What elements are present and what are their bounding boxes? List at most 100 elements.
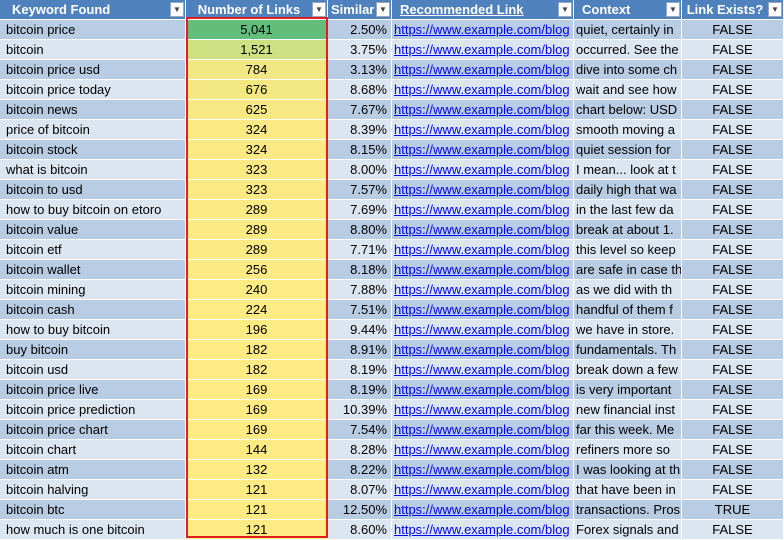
number-of-links-cell[interactable]: 256 [186,260,328,280]
link-exists-cell[interactable]: FALSE [682,260,784,280]
similar-cell[interactable]: 12.50% [328,500,392,520]
keyword-cell[interactable]: what is bitcoin [0,160,186,180]
recommended-link-cell[interactable]: https://www.example.com/blog [392,400,574,420]
link-exists-cell[interactable]: FALSE [682,240,784,260]
keyword-cell[interactable]: bitcoin stock [0,140,186,160]
link-exists-cell[interactable]: FALSE [682,40,784,60]
header-keyword-found[interactable]: Keyword Found ▼ [0,0,186,20]
context-cell[interactable]: dive into some ch [574,60,682,80]
similar-cell[interactable]: 8.39% [328,120,392,140]
keyword-cell[interactable]: bitcoin [0,40,186,60]
similar-cell[interactable]: 8.19% [328,360,392,380]
similar-cell[interactable]: 9.44% [328,320,392,340]
similar-cell[interactable]: 8.15% [328,140,392,160]
number-of-links-cell[interactable]: 121 [186,500,328,520]
keyword-cell[interactable]: bitcoin btc [0,500,186,520]
recommended-link-cell[interactable]: https://www.example.com/blog [392,520,574,540]
number-of-links-cell[interactable]: 132 [186,460,328,480]
keyword-cell[interactable]: bitcoin price chart [0,420,186,440]
context-cell[interactable]: as we did with th [574,280,682,300]
similar-cell[interactable]: 8.00% [328,160,392,180]
link-exists-cell[interactable]: FALSE [682,440,784,460]
recommended-link-cell[interactable]: https://www.example.com/blog [392,320,574,340]
filter-dropdown-icon[interactable]: ▼ [558,2,572,17]
recommended-link-cell[interactable]: https://www.example.com/blog [392,440,574,460]
keyword-cell[interactable]: bitcoin atm [0,460,186,480]
keyword-cell[interactable]: bitcoin price today [0,80,186,100]
number-of-links-cell[interactable]: 676 [186,80,328,100]
context-cell[interactable]: that have been in [574,480,682,500]
context-cell[interactable]: in the last few da [574,200,682,220]
recommended-link-cell[interactable]: https://www.example.com/blog [392,300,574,320]
recommended-link-cell[interactable]: https://www.example.com/blog [392,100,574,120]
similar-cell[interactable]: 7.88% [328,280,392,300]
similar-cell[interactable]: 8.18% [328,260,392,280]
recommended-link-cell[interactable]: https://www.example.com/blog [392,280,574,300]
number-of-links-cell[interactable]: 182 [186,340,328,360]
number-of-links-cell[interactable]: 289 [186,200,328,220]
keyword-cell[interactable]: price of bitcoin [0,120,186,140]
similar-cell[interactable]: 7.67% [328,100,392,120]
link-exists-cell[interactable]: TRUE [682,500,784,520]
filter-dropdown-icon[interactable]: ▼ [170,2,184,17]
header-similar[interactable]: Similar ▼ [328,0,392,20]
keyword-cell[interactable]: bitcoin mining [0,280,186,300]
similar-cell[interactable]: 8.60% [328,520,392,540]
similar-cell[interactable]: 8.80% [328,220,392,240]
number-of-links-cell[interactable]: 323 [186,160,328,180]
link-exists-cell[interactable]: FALSE [682,220,784,240]
keyword-cell[interactable]: bitcoin to usd [0,180,186,200]
keyword-cell[interactable]: bitcoin value [0,220,186,240]
link-exists-cell[interactable]: FALSE [682,340,784,360]
recommended-link-cell[interactable]: https://www.example.com/blog [392,200,574,220]
link-exists-cell[interactable]: FALSE [682,120,784,140]
recommended-link-cell[interactable]: https://www.example.com/blog [392,80,574,100]
link-exists-cell[interactable]: FALSE [682,60,784,80]
context-cell[interactable]: chart below: USD [574,100,682,120]
context-cell[interactable]: Forex signals and [574,520,682,540]
keyword-cell[interactable]: bitcoin etf [0,240,186,260]
link-exists-cell[interactable]: FALSE [682,520,784,540]
context-cell[interactable]: smooth moving a [574,120,682,140]
link-exists-cell[interactable]: FALSE [682,320,784,340]
header-link-exists[interactable]: Link Exists? ▼ [682,0,784,20]
keyword-cell[interactable]: how to buy bitcoin [0,320,186,340]
recommended-link-cell[interactable]: https://www.example.com/blog [392,480,574,500]
number-of-links-cell[interactable]: 5,041 [186,20,328,40]
keyword-cell[interactable]: bitcoin price prediction [0,400,186,420]
keyword-cell[interactable]: how to buy bitcoin on etoro [0,200,186,220]
number-of-links-cell[interactable]: 784 [186,60,328,80]
recommended-link-cell[interactable]: https://www.example.com/blog [392,160,574,180]
context-cell[interactable]: far this week. Me [574,420,682,440]
recommended-link-cell[interactable]: https://www.example.com/blog [392,40,574,60]
number-of-links-cell[interactable]: 625 [186,100,328,120]
link-exists-cell[interactable]: FALSE [682,460,784,480]
context-cell[interactable]: refiners more so [574,440,682,460]
number-of-links-cell[interactable]: 121 [186,520,328,540]
recommended-link-cell[interactable]: https://www.example.com/blog [392,120,574,140]
link-exists-cell[interactable]: FALSE [682,300,784,320]
keyword-cell[interactable]: bitcoin chart [0,440,186,460]
link-exists-cell[interactable]: FALSE [682,140,784,160]
similar-cell[interactable]: 10.39% [328,400,392,420]
similar-cell[interactable]: 8.19% [328,380,392,400]
context-cell[interactable]: I was looking at th [574,460,682,480]
link-exists-cell[interactable]: FALSE [682,180,784,200]
number-of-links-cell[interactable]: 324 [186,140,328,160]
link-exists-cell[interactable]: FALSE [682,20,784,40]
context-cell[interactable]: break at about 1. [574,220,682,240]
keyword-cell[interactable]: bitcoin wallet [0,260,186,280]
context-cell[interactable]: quiet session for [574,140,682,160]
number-of-links-cell[interactable]: 323 [186,180,328,200]
similar-cell[interactable]: 7.69% [328,200,392,220]
link-exists-cell[interactable]: FALSE [682,80,784,100]
context-cell[interactable]: is very important [574,380,682,400]
header-recommended-link[interactable]: Recommended Link ▼ [392,0,574,20]
number-of-links-cell[interactable]: 182 [186,360,328,380]
link-exists-cell[interactable]: FALSE [682,360,784,380]
keyword-cell[interactable]: bitcoin price live [0,380,186,400]
filter-dropdown-icon[interactable]: ▼ [376,2,390,17]
similar-cell[interactable]: 8.28% [328,440,392,460]
recommended-link-cell[interactable]: https://www.example.com/blog [392,140,574,160]
recommended-link-cell[interactable]: https://www.example.com/blog [392,420,574,440]
